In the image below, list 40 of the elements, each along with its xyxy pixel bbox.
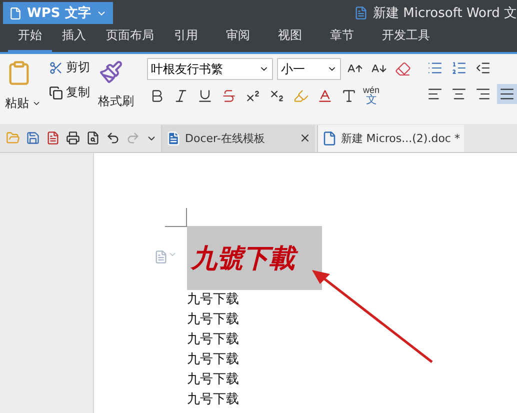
copy-icon (49, 86, 63, 100)
document-tab[interactable]: Docer-在线模板 (161, 124, 315, 152)
phonetic-guide-button[interactable]: wén 文 (363, 86, 380, 106)
scissors-icon (49, 60, 63, 74)
word-file-icon (322, 130, 337, 146)
alignment-icon (451, 86, 467, 102)
font-size-field[interactable]: 小一 (277, 58, 341, 80)
print-icon[interactable] (64, 129, 82, 147)
ribbon-tab[interactable]: 视图 (268, 27, 312, 52)
body-text-line: 九号下载 (187, 291, 240, 309)
save-icon[interactable] (24, 129, 42, 147)
cut-button[interactable]: 剪切 (48, 58, 91, 77)
body-text-line: 九号下载 (187, 391, 240, 409)
body-text-line: 九号下载 (187, 351, 240, 369)
ribbon-tab[interactable]: 插入 (52, 27, 96, 52)
window-title: 新建 Microsoft Word 文 (373, 5, 517, 22)
alignment-icon (475, 86, 491, 102)
paste-button[interactable]: 粘贴 (4, 94, 42, 113)
ribbon-tab[interactable]: 引用 (164, 27, 208, 52)
format-painter-button[interactable]: 格式刷 (97, 92, 135, 111)
body-text-line: 九号下载 (187, 331, 240, 349)
ribbon-tab[interactable]: 开发工具 (372, 27, 440, 52)
alignment-icon (499, 86, 515, 102)
document-icon (9, 6, 22, 20)
body-text-line: 九号下载 (187, 311, 240, 329)
copy-button[interactable]: 复制 (48, 83, 91, 102)
ribbon-tab[interactable]: 审阅 (216, 27, 260, 52)
close-icon[interactable] (298, 132, 311, 144)
align-button[interactable] (497, 84, 517, 104)
caret-icon (32, 99, 41, 108)
ribbon-tab[interactable]: 章节 (320, 27, 364, 52)
font-field[interactable]: 叶根友行书繁 (147, 58, 273, 80)
body-text-line: 九号下载 (187, 371, 240, 389)
document-icon (354, 6, 368, 20)
ribbon-tab[interactable]: 页面布局 (96, 27, 164, 52)
heading-text: 九號下載 (187, 226, 322, 290)
alignment-icon (427, 86, 443, 102)
docer-icon (166, 130, 181, 146)
document-tab[interactable]: 新建 Micros...(2).doc * (316, 124, 464, 152)
margin-corner-mark (165, 208, 187, 227)
